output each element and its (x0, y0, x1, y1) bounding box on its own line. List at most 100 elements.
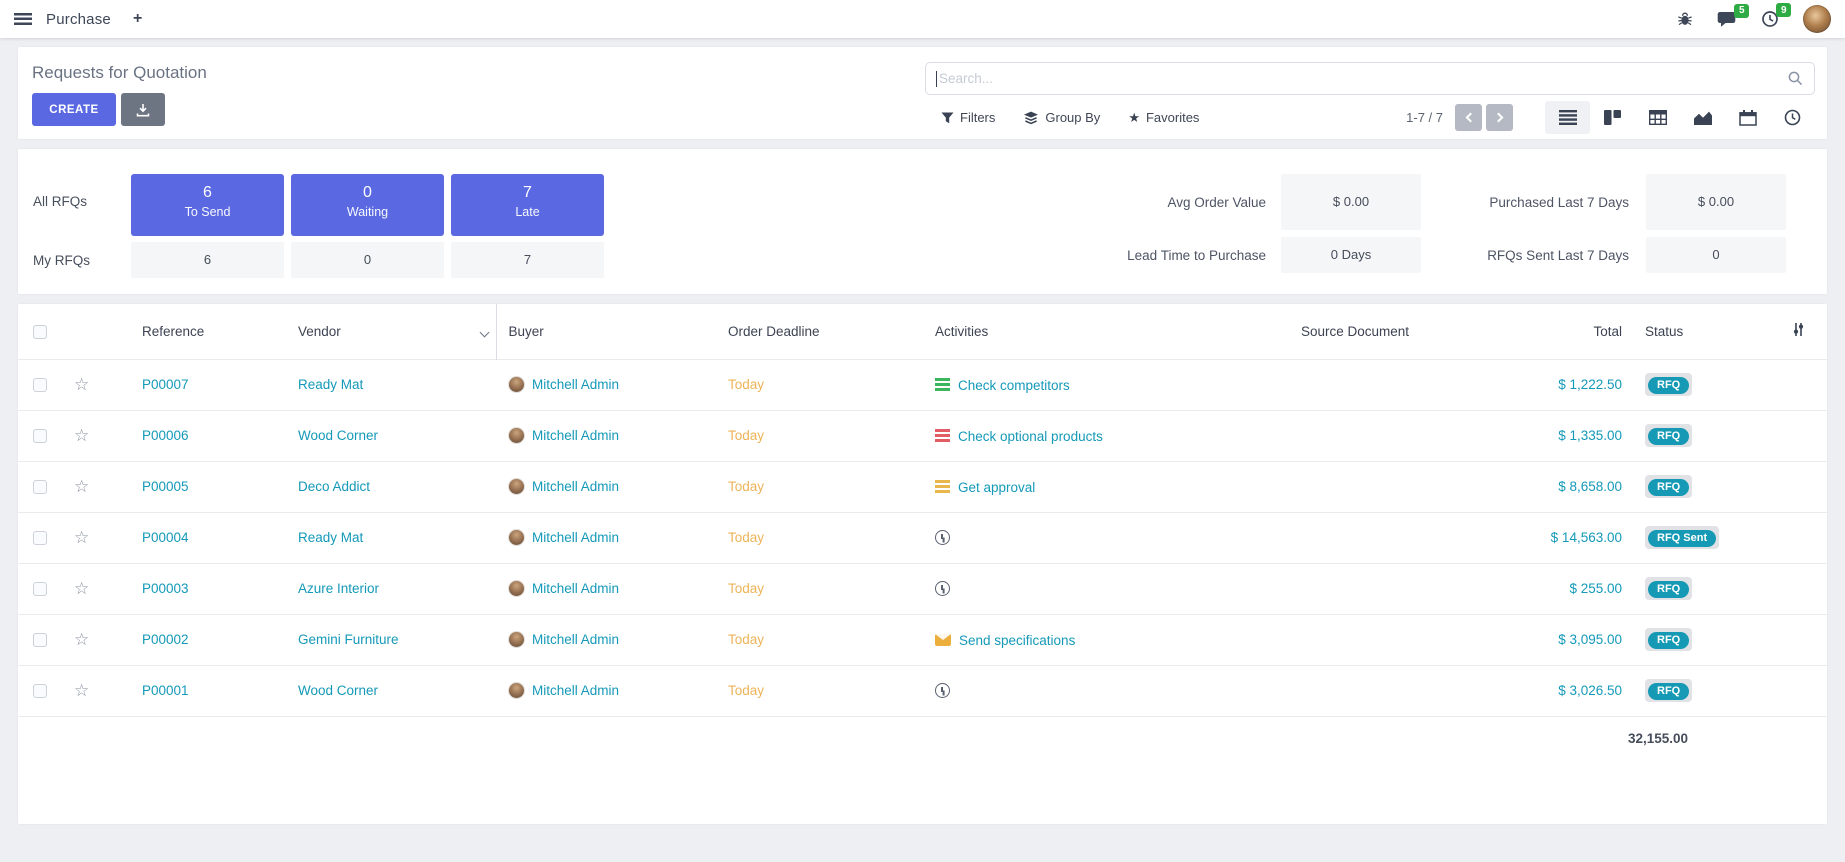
activity-envelope-icon[interactable] (935, 634, 951, 646)
activity-label[interactable]: Get approval (958, 479, 1035, 494)
reference-link[interactable]: P00006 (142, 428, 189, 443)
activity-label[interactable]: Send specifications (959, 632, 1075, 647)
export-button[interactable] (121, 93, 165, 126)
reference-link[interactable]: P00007 (142, 377, 189, 392)
column-header-total[interactable]: Total (1470, 304, 1630, 359)
favorite-star-icon[interactable]: ☆ (74, 375, 89, 394)
reference-link[interactable]: P00004 (142, 530, 189, 545)
favorite-star-icon[interactable]: ☆ (74, 528, 89, 547)
my-waiting-count[interactable]: 0 (291, 242, 444, 278)
select-all-checkbox[interactable] (33, 325, 47, 339)
vendor-link[interactable]: Ready Mat (298, 377, 363, 392)
vendor-link[interactable]: Azure Interior (298, 581, 379, 596)
vendor-link[interactable]: Ready Mat (298, 530, 363, 545)
buyer-link[interactable]: Mitchell Admin (532, 683, 619, 698)
column-header-reference[interactable]: Reference (120, 304, 280, 359)
vendor-link[interactable]: Wood Corner (298, 683, 378, 698)
reference-link[interactable]: P00005 (142, 479, 189, 494)
column-header-vendor[interactable]: Vendor (280, 304, 496, 359)
buyer-avatar (508, 529, 525, 546)
table-row[interactable]: ☆ P00005 Deco Addict Mitchell Admin Toda… (18, 461, 1827, 512)
row-checkbox[interactable] (33, 480, 47, 494)
my-to-send-count[interactable]: 6 (131, 242, 284, 278)
messages-button[interactable]: 5 (1717, 11, 1737, 28)
tile-waiting[interactable]: 0 Waiting (291, 174, 444, 236)
column-header-order-deadline[interactable]: Order Deadline (715, 304, 920, 359)
column-header-source-document[interactable]: Source Document (1240, 304, 1470, 359)
row-checkbox[interactable] (33, 531, 47, 545)
chevron-down-icon[interactable] (479, 327, 489, 337)
buyer-link[interactable]: Mitchell Admin (532, 428, 619, 443)
reference-link[interactable]: P00002 (142, 632, 189, 647)
row-checkbox[interactable] (33, 633, 47, 647)
view-list-button[interactable] (1545, 101, 1590, 134)
table-row[interactable]: ☆ P00007 Ready Mat Mitchell Admin Today … (18, 359, 1827, 410)
search-input[interactable]: Search... (925, 62, 1815, 95)
view-graph-button[interactable] (1680, 101, 1725, 134)
view-activity-button[interactable] (1770, 101, 1815, 134)
purchase-dashboard: All RFQs My RFQs 6 To Send 0 Waiting 7 L… (18, 149, 1827, 294)
filters-button[interactable]: Filters (941, 110, 995, 126)
vendor-link[interactable]: Deco Addict (298, 479, 370, 494)
tile-to-send[interactable]: 6 To Send (131, 174, 284, 236)
buyer-link[interactable]: Mitchell Admin (532, 530, 619, 545)
activity-list-icon[interactable] (935, 480, 950, 493)
buyer-link[interactable]: Mitchell Admin (532, 479, 619, 494)
table-row[interactable]: ☆ P00006 Wood Corner Mitchell Admin Toda… (18, 410, 1827, 461)
column-header-status[interactable]: Status (1630, 304, 1770, 359)
graph-view-icon (1694, 110, 1712, 125)
app-menu-title[interactable]: Purchase (46, 11, 111, 28)
table-row[interactable]: ☆ P00001 Wood Corner Mitchell Admin Toda… (18, 665, 1827, 716)
table-row[interactable]: ☆ P00004 Ready Mat Mitchell Admin Today … (18, 512, 1827, 563)
search-icon[interactable] (1787, 70, 1804, 87)
activity-clock-icon[interactable] (935, 530, 950, 545)
favorite-star-icon[interactable]: ☆ (74, 477, 89, 496)
favorite-star-icon[interactable]: ☆ (74, 681, 89, 700)
activity-label[interactable]: Check optional products (958, 428, 1103, 443)
activity-list-icon[interactable] (935, 378, 950, 391)
favorite-star-icon[interactable]: ☆ (74, 426, 89, 445)
activity-list-icon[interactable] (935, 429, 950, 442)
pager-prev-button[interactable] (1455, 104, 1482, 131)
row-checkbox[interactable] (33, 684, 47, 698)
row-checkbox[interactable] (33, 582, 47, 596)
activity-clock-icon[interactable] (935, 683, 950, 698)
view-calendar-button[interactable] (1725, 101, 1770, 134)
optional-columns-button[interactable] (1770, 304, 1827, 359)
my-late-count[interactable]: 7 (451, 242, 604, 278)
hamburger-menu-icon[interactable] (14, 13, 32, 25)
reference-link[interactable]: P00001 (142, 683, 189, 698)
buyer-link[interactable]: Mitchell Admin (532, 377, 619, 392)
row-checkbox[interactable] (33, 378, 47, 392)
vendor-link[interactable]: Gemini Furniture (298, 632, 399, 647)
pager-next-button[interactable] (1486, 104, 1513, 131)
row-checkbox[interactable] (33, 429, 47, 443)
buyer-link[interactable]: Mitchell Admin (532, 632, 619, 647)
total-amount: $ 8,658.00 (1558, 479, 1622, 494)
view-pivot-button[interactable] (1635, 101, 1680, 134)
favorite-star-icon[interactable]: ☆ (74, 630, 89, 649)
buyer-avatar (508, 682, 525, 699)
group-by-button[interactable]: Group By (1023, 110, 1100, 126)
buyer-link[interactable]: Mitchell Admin (532, 581, 619, 596)
activity-label[interactable]: Check competitors (958, 377, 1070, 392)
create-button[interactable]: CREATE (32, 93, 116, 126)
status-badge: RFQ (1645, 628, 1692, 651)
vendor-link[interactable]: Wood Corner (298, 428, 378, 443)
status-badge: RFQ (1645, 373, 1692, 396)
table-row[interactable]: ☆ P00003 Azure Interior Mitchell Admin T… (18, 563, 1827, 614)
tile-late[interactable]: 7 Late (451, 174, 604, 236)
favorite-star-icon[interactable]: ☆ (74, 579, 89, 598)
user-avatar[interactable] (1803, 5, 1831, 33)
activity-clock-icon[interactable] (935, 581, 950, 596)
favorites-button[interactable]: ★ Favorites (1128, 110, 1199, 126)
activities-button[interactable]: 9 (1761, 10, 1779, 28)
column-header-buyer[interactable]: Buyer (496, 304, 715, 359)
table-row[interactable]: ☆ P00002 Gemini Furniture Mitchell Admin… (18, 614, 1827, 665)
column-header-activities[interactable]: Activities (920, 304, 1240, 359)
debug-bug-icon[interactable] (1677, 11, 1693, 27)
layers-icon (1023, 111, 1039, 125)
plus-icon[interactable]: + (133, 10, 142, 28)
reference-link[interactable]: P00003 (142, 581, 189, 596)
view-kanban-button[interactable] (1590, 101, 1635, 134)
